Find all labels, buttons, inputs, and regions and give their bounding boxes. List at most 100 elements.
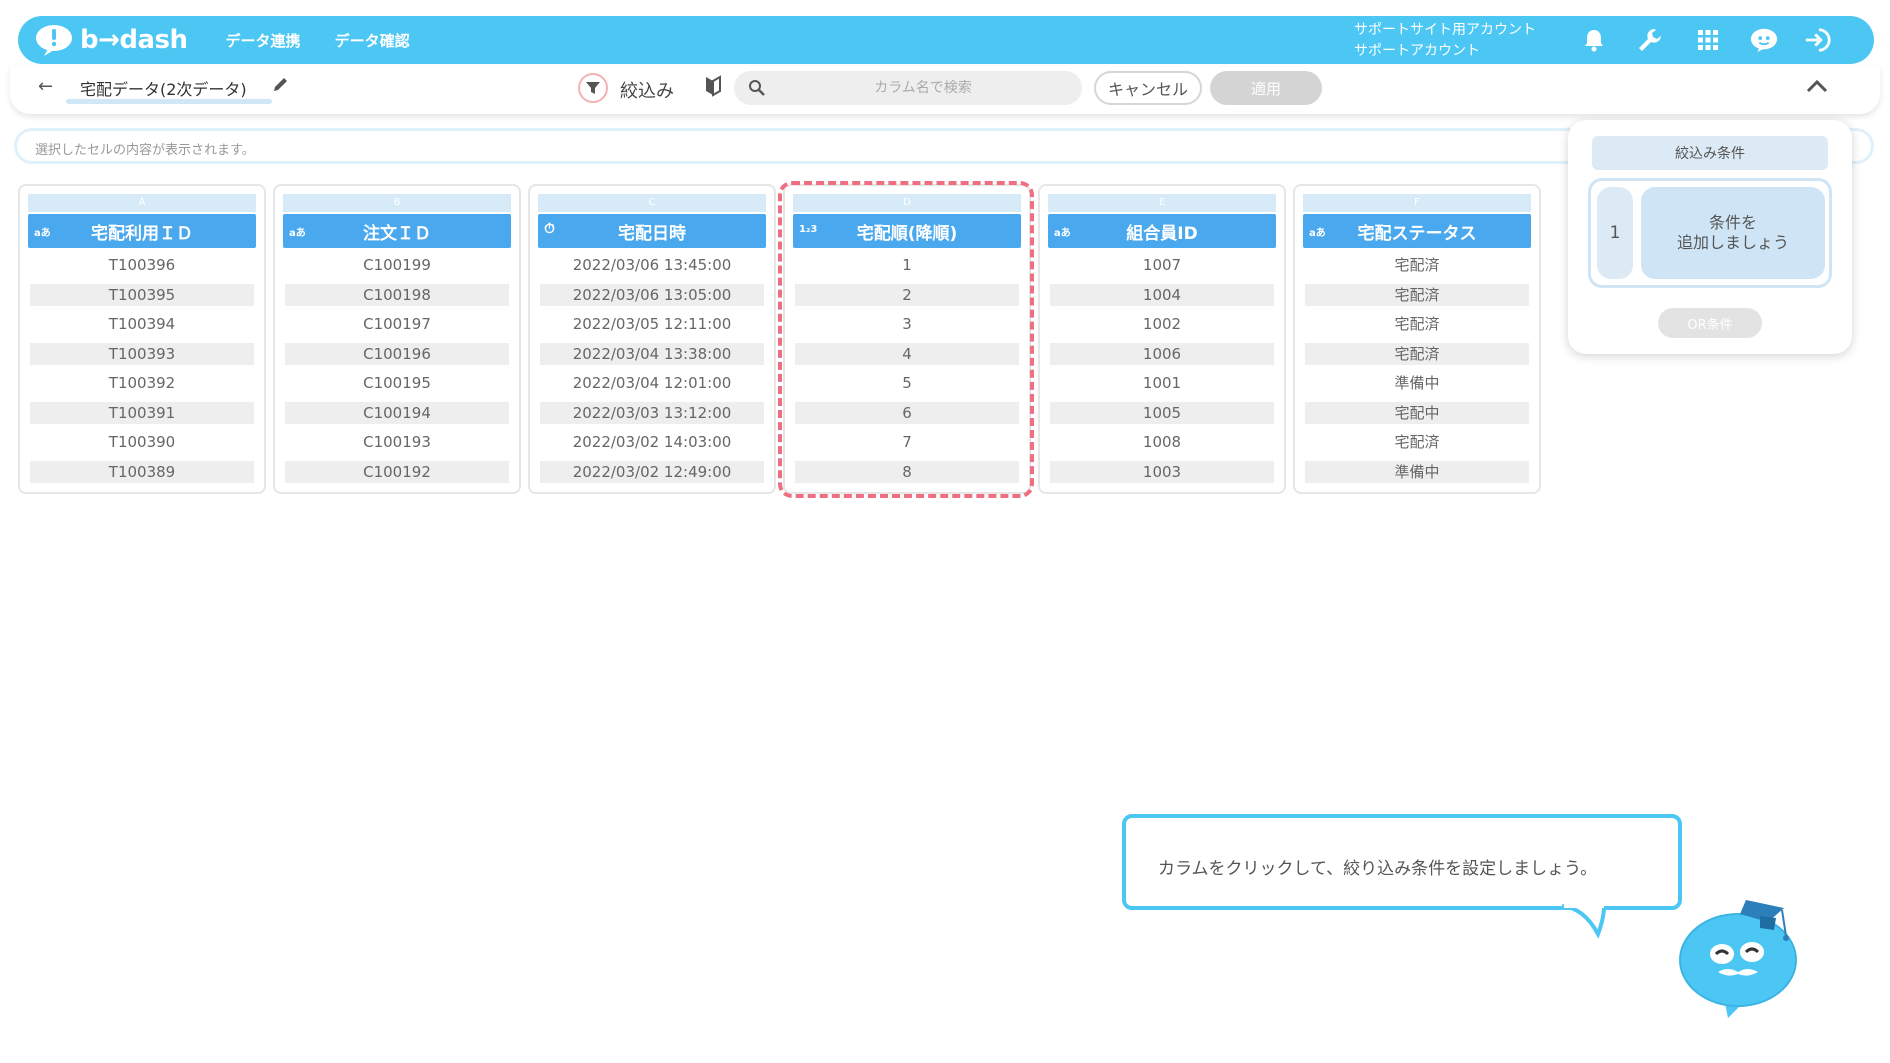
column-header[interactable]: aあ 宅配利用ＩＤ [28,214,256,248]
add-condition-button[interactable]: 条件を 追加しましょう [1641,187,1825,279]
account-info[interactable]: サポートサイト用アカウント サポートアカウント [1354,20,1536,62]
logout-icon[interactable] [1804,26,1832,54]
column-header[interactable]: aあ 組合員ID [1048,214,1276,248]
table-cell[interactable]: 1005 [1050,401,1274,424]
logo[interactable]: b→dash [34,23,188,57]
table-cell[interactable]: 3 [795,313,1019,335]
table-cell[interactable]: C100198 [285,283,509,306]
table-cell[interactable]: 1007 [1050,254,1274,276]
table-cell[interactable]: 7 [795,431,1019,453]
table-cell[interactable]: 8 [795,460,1019,483]
column-header[interactable]: ⏱ 宅配日時 [538,214,766,248]
table-cell[interactable]: C100194 [285,401,509,424]
table-cell[interactable]: T100389 [30,460,254,483]
table-cell[interactable]: 2022/03/04 13:38:00 [540,342,764,365]
table-cell[interactable]: 6 [795,401,1019,424]
table-cell[interactable]: 2022/03/06 13:45:00 [540,254,764,276]
speech-bubble-tail [1561,904,1606,939]
add-condition-line2: 追加しましょう [1676,233,1789,252]
filter-label: 絞込み [620,81,674,102]
table-cell[interactable]: 1008 [1050,431,1274,453]
nav-data-link[interactable]: データ連携 [226,30,301,51]
table-cell[interactable]: T100391 [30,401,254,424]
filter-conditions-panel: 絞込み条件 1 条件を 追加しましょう OR条件 [1568,120,1852,354]
column-header[interactable]: 1₂3 宅配順(降順) [793,214,1021,248]
column-letter: F [1303,194,1531,212]
nav-data-check[interactable]: データ確認 [335,30,410,51]
beginner-mark-icon[interactable] [704,75,722,97]
text-type-icon: aあ [1309,228,1326,239]
table-cell[interactable]: C100192 [285,460,509,483]
table-cell[interactable]: 宅配済 [1305,254,1529,276]
table-cell[interactable]: 2022/03/05 12:11:00 [540,313,764,335]
table-cell[interactable]: 2022/03/02 14:03:00 [540,431,764,453]
guide-text: カラムをクリックして、絞り込み条件を設定しましょう。 [1158,859,1598,879]
column-e[interactable]: E aあ 組合員ID 1007 1004 1002 1006 1001 1005… [1038,184,1286,494]
table-cell[interactable]: 2022/03/02 12:49:00 [540,460,764,483]
condition-number: 1 [1597,187,1633,279]
column-header[interactable]: aあ 注文ＩＤ [283,214,511,248]
column-c[interactable]: C ⏱ 宅配日時 2022/03/06 13:45:00 2022/03/06 … [528,184,776,494]
search-input[interactable] [778,71,1068,105]
logo-bubble-icon [36,25,72,56]
table-cell[interactable]: 1003 [1050,460,1274,483]
dataset-title[interactable]: 宅配データ(2次データ) [80,76,247,100]
wrench-icon[interactable] [1636,26,1664,54]
table-cell[interactable]: 2 [795,283,1019,306]
table-cell[interactable]: 1 [795,254,1019,276]
table-cell[interactable]: C100196 [285,342,509,365]
table-cell[interactable]: 2022/03/03 13:12:00 [540,401,764,424]
column-name: 組合員ID [1126,223,1198,244]
search-icon [749,80,765,96]
pencil-icon[interactable] [272,75,290,93]
title-underline [66,99,272,104]
table-cell[interactable]: 1002 [1050,313,1274,335]
table-cell[interactable]: 2022/03/04 12:01:00 [540,372,764,394]
number-type-icon: 1₂3 [799,224,818,235]
table-cell[interactable]: C100193 [285,431,509,453]
mascot-icon[interactable] [1750,26,1778,54]
column-name: 注文ＩＤ [363,223,431,244]
table-cell[interactable]: C100195 [285,372,509,394]
apply-button[interactable]: 適用 [1210,71,1322,105]
grid-icon[interactable] [1694,26,1722,54]
table-cell[interactable]: 準備中 [1305,372,1529,394]
table-cell[interactable]: 2022/03/06 13:05:00 [540,283,764,306]
table-cell[interactable]: 宅配中 [1305,401,1529,424]
column-d[interactable]: D 1₂3 宅配順(降順) 1 2 3 4 5 6 7 8 [783,184,1031,494]
table-cell[interactable]: T100393 [30,342,254,365]
filter-icon[interactable] [578,73,608,103]
table-cell[interactable]: T100390 [30,431,254,453]
table-cell[interactable]: C100197 [285,313,509,335]
table-cell[interactable]: 宅配済 [1305,342,1529,365]
table-cell[interactable]: 準備中 [1305,460,1529,483]
bell-icon[interactable] [1580,26,1608,54]
table-cell[interactable]: 宅配済 [1305,431,1529,453]
table-cell[interactable]: T100395 [30,283,254,306]
table-cell[interactable]: 1004 [1050,283,1274,306]
back-arrow-icon[interactable]: ← [38,76,53,97]
or-condition-button[interactable]: OR条件 [1658,308,1762,338]
table-cell[interactable]: C100199 [285,254,509,276]
cancel-button[interactable]: キャンセル [1094,71,1202,105]
column-b[interactable]: B aあ 注文ＩＤ C100199 C100198 C100197 C10019… [273,184,521,494]
column-f[interactable]: F aあ 宅配ステータス 宅配済 宅配済 宅配済 宅配済 準備中 宅配中 宅配済… [1293,184,1541,494]
cell-content-placeholder: 選択したセルの内容が表示されます。 [35,143,255,158]
table-cell[interactable]: 4 [795,342,1019,365]
column-search [734,71,1082,105]
table-cell[interactable]: T100394 [30,313,254,335]
table-cell[interactable]: 宅配済 [1305,313,1529,335]
text-type-icon: aあ [1054,228,1071,239]
column-header[interactable]: aあ 宅配ステータス [1303,214,1531,248]
table-cell[interactable]: 5 [795,372,1019,394]
table-cell[interactable]: 宅配済 [1305,283,1529,306]
column-a[interactable]: A aあ 宅配利用ＩＤ T100396 T100395 T100394 T100… [18,184,266,494]
add-condition-line1: 条件を [1708,213,1757,232]
table-cell[interactable]: T100392 [30,372,254,394]
condition-group: 1 条件を 追加しましょう [1588,178,1832,288]
table-cell[interactable]: 1006 [1050,342,1274,365]
column-letter: E [1048,194,1276,212]
table-cell[interactable]: T100396 [30,254,254,276]
chevron-up-icon[interactable] [1806,78,1828,94]
table-cell[interactable]: 1001 [1050,372,1274,394]
